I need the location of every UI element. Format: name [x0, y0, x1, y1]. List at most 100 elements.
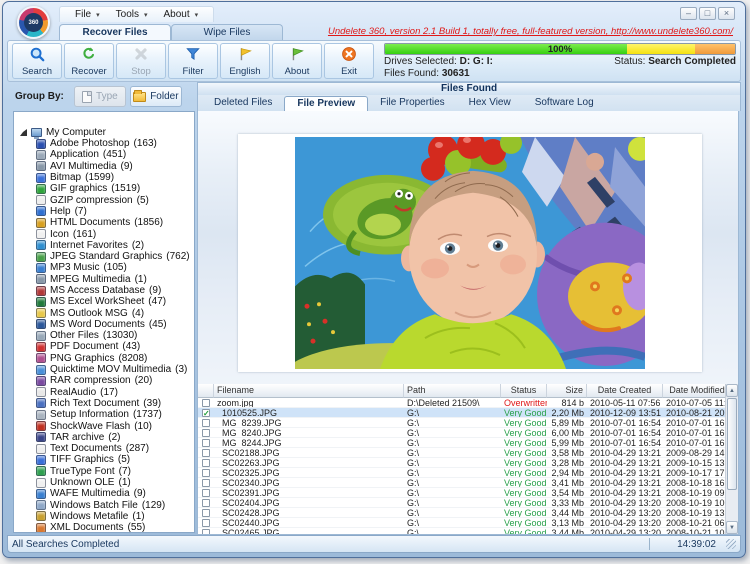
column-header[interactable]: Filename — [214, 384, 404, 398]
table-row[interactable]: _SC02391.JPG G:\ Very Good 3,54 Mb 2010-… — [198, 488, 738, 498]
tree-item[interactable]: Help (7) — [18, 206, 192, 217]
table-row[interactable]: zoom.jpg D:\Deleted 21509\ Overwritten 8… — [198, 398, 738, 408]
row-checkbox[interactable] — [202, 468, 210, 477]
tree-item[interactable]: TrueType Font (7) — [18, 466, 192, 477]
column-header[interactable]: Size — [547, 384, 587, 398]
row-checkbox[interactable] — [202, 528, 210, 534]
preview-tab[interactable]: File Properties — [368, 96, 456, 111]
minimize-button[interactable]: – — [680, 7, 697, 20]
tree-item[interactable]: Other Files (13030) — [18, 330, 192, 341]
tree-item[interactable]: RAR compression (20) — [18, 375, 192, 386]
tree-item[interactable]: GZIP compression (5) — [18, 194, 192, 206]
row-checkbox[interactable] — [202, 418, 210, 427]
preview-tab[interactable]: Software Log — [523, 96, 606, 111]
tree-item[interactable]: Windows Metafile (1) — [18, 511, 192, 522]
scroll-up-icon[interactable]: ▲ — [726, 384, 738, 397]
app-tab[interactable]: Wipe Files — [171, 24, 283, 40]
column-header[interactable]: Date Created — [587, 384, 663, 398]
tree-item[interactable]: MS Excel WorkSheet (47) — [18, 296, 192, 307]
table-row[interactable]: _SC02428.JPG G:\ Very Good 3,44 Mb 2010-… — [198, 508, 738, 518]
row-checkbox[interactable] — [202, 508, 210, 517]
tree-item[interactable]: AVI Multimedia (9) — [18, 161, 192, 172]
table-row[interactable]: _SC02465.JPG G:\ Very Good 3,44 Mb 2010-… — [198, 528, 738, 534]
column-header[interactable]: Status — [501, 384, 547, 398]
row-checkbox[interactable] — [202, 428, 210, 437]
resize-grip[interactable] — [726, 539, 736, 549]
tree-item[interactable]: RealAudio (17) — [18, 387, 192, 398]
tree-item[interactable]: WAFE Multimedia (9) — [18, 488, 192, 499]
toolbar-button[interactable]: Recover — [64, 43, 114, 79]
tree-root-my-computer[interactable]: My Computer — [18, 126, 192, 139]
row-checkbox[interactable] — [202, 498, 210, 507]
tree-item[interactable]: PDF Document (43) — [18, 341, 192, 352]
tree-item[interactable]: Internet Favorites (2) — [18, 240, 192, 251]
table-row[interactable]: _SC02188.JPG G:\ Very Good 3,58 Mb 2010-… — [198, 448, 738, 458]
group-by-folder-button[interactable]: Folder — [129, 86, 182, 107]
version-link[interactable]: Undelete 360, version 2.1 Build 1, total… — [328, 26, 733, 37]
tree-item[interactable]: MP3 Music (105) — [18, 262, 192, 273]
app-tab[interactable]: Recover Files — [59, 24, 171, 40]
tree-item[interactable]: Unknown OLE (1) — [18, 477, 192, 488]
tree-item[interactable]: PNG Graphics (8208) — [18, 353, 192, 364]
tree-item[interactable]: Quicktime MOV Multimedia (3) — [18, 364, 192, 375]
tree-item[interactable]: Icon (161) — [18, 228, 192, 240]
column-header[interactable]: Path — [404, 384, 501, 398]
column-header[interactable]: Date Modified — [663, 384, 732, 398]
table-row[interactable]: _SC02440.JPG G:\ Very Good 3,13 Mb 2010-… — [198, 518, 738, 528]
tree-item[interactable]: Setup Information (1737) — [18, 409, 192, 420]
table-row[interactable]: _SC02325.JPG G:\ Very Good 2,94 Mb 2010-… — [198, 468, 738, 478]
tree-item[interactable]: TIFF Graphics (5) — [18, 454, 192, 465]
preview-tab[interactable]: Deleted Files — [202, 96, 284, 111]
table-row[interactable]: _SC02340.JPG G:\ Very Good 3,41 Mb 2010-… — [198, 478, 738, 488]
row-checkbox[interactable] — [202, 398, 210, 407]
row-checkbox[interactable] — [202, 438, 210, 447]
table-scrollbar[interactable]: ▲ ▼ — [725, 384, 738, 534]
tree-item[interactable]: ShockWave Flash (10) — [18, 420, 192, 432]
maximize-button[interactable]: □ — [699, 7, 716, 20]
toolbar-button[interactable]: Search — [12, 43, 62, 79]
tree-item[interactable]: XML Documents (55) — [18, 522, 192, 532]
tree-item[interactable]: Rich Text Document (39) — [18, 398, 192, 409]
toolbar-button[interactable]: Exit — [324, 43, 374, 79]
tree-item[interactable]: Text Documents (287) — [18, 443, 192, 454]
row-checkbox[interactable] — [202, 458, 210, 467]
table-row[interactable]: _SC02404.JPG G:\ Very Good 3,33 Mb 2010-… — [198, 498, 738, 508]
menu-item[interactable]: Tools ▾ — [109, 8, 155, 21]
scroll-down-icon[interactable]: ▼ — [726, 521, 738, 534]
scrollbar-thumb[interactable] — [727, 398, 737, 490]
row-checkbox[interactable] — [202, 478, 210, 487]
preview-tab[interactable]: File Preview — [284, 96, 369, 111]
tree-item[interactable]: MS Outlook MSG (4) — [18, 307, 192, 319]
tree-item[interactable]: HTML Documents (1856) — [18, 217, 192, 228]
tree-item[interactable]: MPEG Multimedia (1) — [18, 274, 192, 285]
group-by-type-button[interactable]: Type — [73, 86, 126, 107]
table-row[interactable]: _MG_8244.JPG G:\ Very Good 5,99 Mb 2010-… — [198, 438, 738, 448]
toolbar-button[interactable]: Stop — [116, 43, 166, 79]
tree-item[interactable]: Application (451) — [18, 149, 192, 160]
table-row[interactable]: _SC02263.JPG G:\ Very Good 3,28 Mb 2010-… — [198, 458, 738, 468]
header-check-column[interactable] — [198, 384, 214, 398]
close-button[interactable]: × — [718, 7, 735, 20]
tree-item[interactable]: GIF graphics (1519) — [18, 183, 192, 194]
expand-arrow-icon[interactable] — [20, 128, 27, 136]
table-row[interactable]: ✓ _1010525.JPG G:\ Very Good 2,20 Mb 201… — [198, 408, 738, 418]
toolbar-button[interactable]: About — [272, 43, 322, 79]
toolbar-button[interactable]: Filter — [168, 43, 218, 79]
tree-item[interactable]: Bitmap (1599) — [18, 172, 192, 183]
preview-tab[interactable]: Hex View — [457, 96, 523, 111]
tree-item[interactable]: MS Word Documents (45) — [18, 319, 192, 330]
menu-item[interactable]: About ▾ — [157, 8, 206, 21]
tree-item[interactable]: JPEG Standard Graphics (762) — [18, 251, 192, 262]
menu-item[interactable]: File ▾ — [68, 8, 107, 21]
tree-item[interactable]: Windows Batch File (129) — [18, 500, 192, 511]
table-row[interactable]: _MG_8240.JPG G:\ Very Good 6,00 Mb 2010-… — [198, 428, 738, 438]
row-checkbox[interactable]: ✓ — [202, 408, 210, 417]
tree-item[interactable]: TAR archive (2) — [18, 432, 192, 443]
toolbar-button[interactable]: English — [220, 43, 270, 79]
row-checkbox[interactable] — [202, 518, 210, 527]
row-checkbox[interactable] — [202, 488, 210, 497]
tree-item[interactable]: Adobe Photoshop (163) — [18, 138, 192, 149]
row-checkbox[interactable] — [202, 448, 210, 457]
table-row[interactable]: _MG_8239.JPG G:\ Very Good 5,89 Mb 2010-… — [198, 418, 738, 428]
tree-item[interactable]: MS Access Database (9) — [18, 285, 192, 296]
